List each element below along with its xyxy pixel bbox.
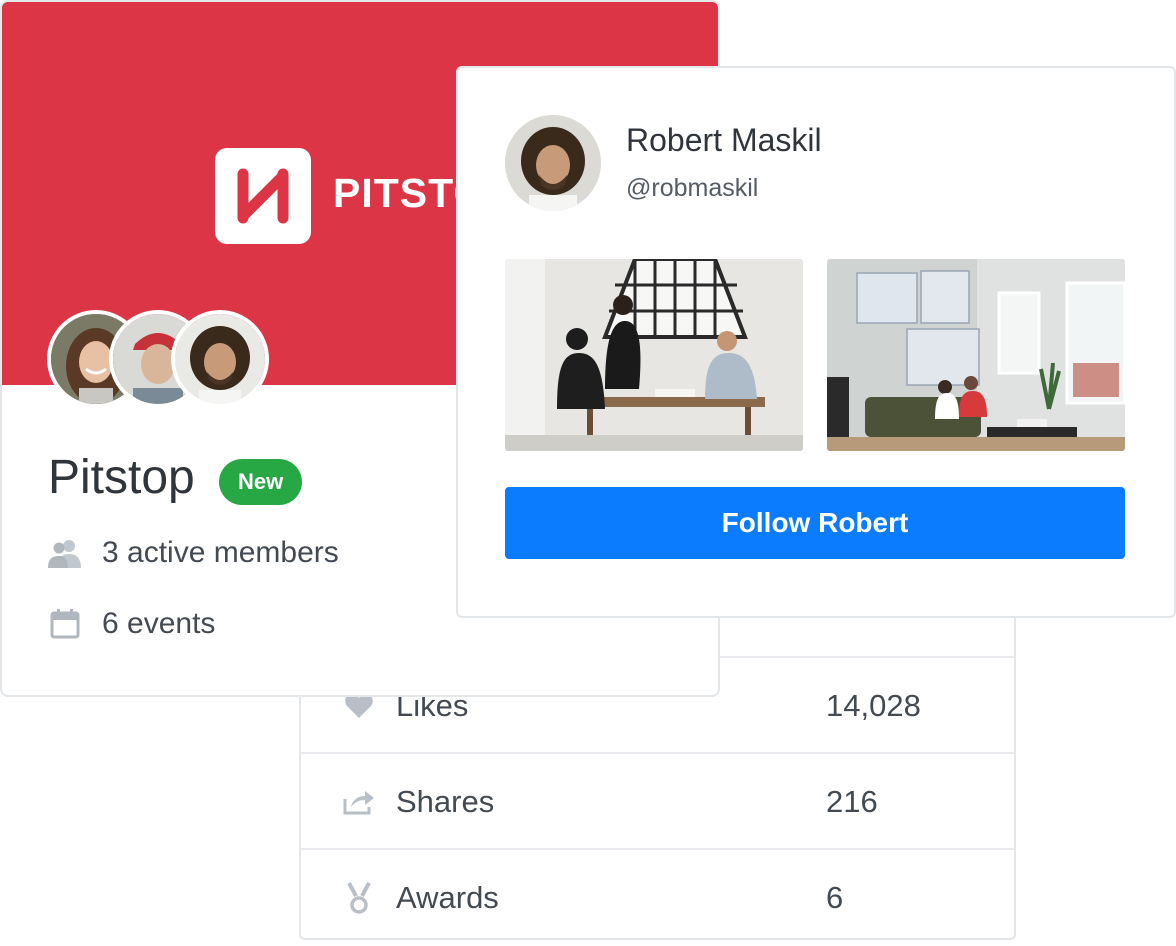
members-count: 3 active members [102,536,339,569]
medal-icon [341,880,377,916]
profile-card: Robert Maskil @robmaskil Follow Robert [456,66,1176,618]
follow-button[interactable]: Follow Robert [505,487,1125,559]
events-count: 6 events [102,607,216,640]
stat-value: 6 [826,880,844,915]
profile-handle: @robmaskil [626,174,759,202]
group-title: Pitstop [48,451,195,504]
profile-avatar[interactable] [505,115,601,211]
new-badge: New [219,459,303,505]
stat-value: 216 [826,784,878,819]
members-icon [48,536,82,570]
members-info: 3 active members [48,536,339,570]
photo-living-room[interactable] [827,259,1125,451]
events-info: 6 events [48,607,215,641]
stat-row-awards: Awards 6 [301,848,1014,946]
brand-logo-icon [215,148,311,244]
stat-row-shares: Shares 216 [301,752,1014,850]
member-avatar[interactable] [171,310,269,408]
stat-label: Awards [396,880,499,915]
profile-name: Robert Maskil [626,122,822,158]
stat-label: Shares [396,784,495,819]
share-icon [341,784,377,820]
calendar-icon [48,607,82,641]
stat-value: 14,028 [826,688,921,723]
photo-office-meeting[interactable] [505,259,803,451]
